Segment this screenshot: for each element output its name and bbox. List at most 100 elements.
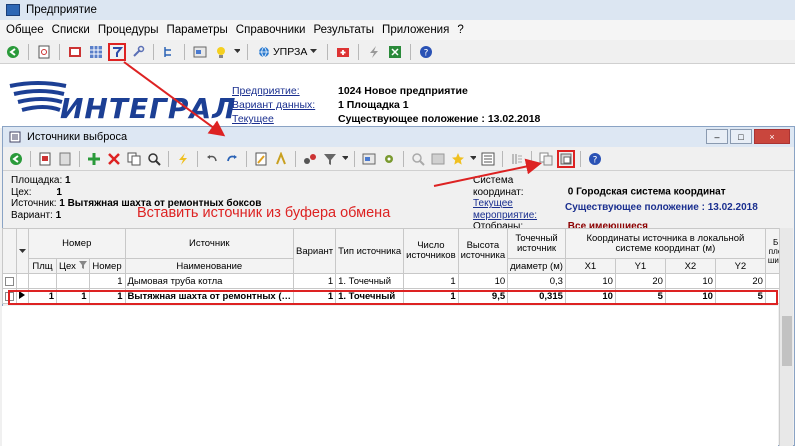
row-indicator [16, 273, 29, 289]
excel-icon[interactable] [386, 43, 404, 61]
variant-cell[interactable]: 1 [293, 273, 337, 289]
type-cell[interactable]: 1. Точечный [335, 273, 405, 289]
settings-icon[interactable] [380, 150, 398, 168]
tseh-cell[interactable] [56, 273, 90, 289]
form-icon[interactable] [191, 43, 209, 61]
name-column-header[interactable]: Наименование [124, 258, 295, 274]
copy-icon[interactable] [125, 150, 143, 168]
logo-swoosh-icon [9, 81, 67, 112]
diameter-cell[interactable]: 0,3 [507, 273, 566, 289]
y1-column-header[interactable]: Y1 [614, 258, 666, 274]
info-row: Текущее мероприятие: Существующее положе… [473, 198, 758, 221]
row-checkbox[interactable] [2, 273, 17, 289]
y2-cell[interactable]: 20 [714, 273, 766, 289]
scrollbar-thumb[interactable] [782, 316, 792, 366]
height-column-header[interactable]: Высота источника [457, 228, 509, 274]
clip-icon[interactable] [272, 150, 290, 168]
tree-icon[interactable] [160, 43, 178, 61]
menu-results[interactable]: Результаты [313, 24, 374, 36]
first-aid-icon[interactable] [334, 43, 352, 61]
info-row: Площадка: 1 [11, 175, 261, 187]
table-row[interactable]: 1 Дымовая труба котла 1 1. Точечный 1 10… [2, 273, 787, 289]
wrench-icon[interactable] [129, 43, 147, 61]
redo-icon[interactable] [223, 150, 241, 168]
back-icon[interactable] [4, 43, 22, 61]
add-icon[interactable] [85, 150, 103, 168]
point-source-header[interactable]: Точечный источник [507, 228, 566, 259]
table-view-icon[interactable] [360, 150, 378, 168]
type-column-header[interactable]: Тип источника [335, 228, 405, 274]
page-icon[interactable] [56, 150, 74, 168]
dropdown-arrow-icon[interactable] [233, 43, 241, 61]
chemistry-icon[interactable] [301, 150, 319, 168]
help-icon[interactable]: ? [586, 150, 604, 168]
variant-column-header[interactable]: Вариант [293, 228, 337, 274]
delete-icon[interactable] [105, 150, 123, 168]
nomer-cell[interactable]: 1 [88, 273, 126, 289]
source-info-panel: Площадка: 1 Цех: 1 Источник: 1 Вытяжная … [3, 171, 794, 232]
x2-column-header[interactable]: X2 [664, 258, 716, 274]
nomer-column-header[interactable]: Номер [88, 258, 126, 274]
x2-cell[interactable]: 10 [664, 273, 716, 289]
minimize-button[interactable]: – [706, 129, 728, 144]
count-column-header[interactable]: Число источников [403, 228, 459, 274]
current-measure-link[interactable]: Текущее мероприятие: [473, 198, 565, 221]
menu-general[interactable]: Общее [6, 24, 44, 36]
list-icon[interactable] [479, 150, 497, 168]
y2-column-header[interactable]: Y2 [714, 258, 766, 274]
count-cell[interactable]: 1 [403, 273, 459, 289]
paste-from-clipboard-icon[interactable] [557, 149, 575, 168]
back-icon[interactable] [7, 150, 25, 168]
menu-procedures[interactable]: Процедуры [98, 24, 159, 36]
document-icon[interactable] [35, 43, 53, 61]
undo-icon[interactable] [203, 150, 221, 168]
number-group-header[interactable]: Номер [28, 228, 126, 259]
calculator-icon[interactable] [66, 43, 84, 61]
tseh-label: Цех [59, 260, 76, 272]
toolbar-separator [59, 43, 60, 60]
source-tool-icon[interactable] [108, 42, 126, 61]
filter-icon[interactable] [321, 150, 339, 168]
filter-icon[interactable] [78, 260, 87, 269]
close-button[interactable]: × [754, 129, 790, 144]
maximize-button[interactable]: □ [730, 129, 752, 144]
x1-column-header[interactable]: X1 [564, 258, 616, 274]
diameter-column-header[interactable]: диаметр (м) [507, 258, 566, 274]
copy-to-clipboard-icon[interactable] [537, 150, 555, 168]
y1-cell[interactable]: 20 [614, 273, 666, 289]
report-icon[interactable] [36, 150, 54, 168]
dropdown-arrow-icon[interactable] [469, 150, 477, 168]
help-icon[interactable]: ? [417, 43, 435, 61]
sort-arrow-icon [19, 248, 26, 253]
menu-lists[interactable]: Списки [52, 24, 90, 36]
columns-icon[interactable] [508, 150, 526, 168]
name-cell[interactable]: Дымовая труба котла [124, 273, 295, 289]
menu-references[interactable]: Справочники [236, 24, 306, 36]
find-icon[interactable] [145, 150, 163, 168]
coords-group-header[interactable]: Координаты источника в локальной системе… [564, 228, 766, 259]
source-group-header[interactable]: Источник [124, 228, 295, 259]
variant-link[interactable]: Вариант данных: [232, 98, 338, 112]
star-icon[interactable] [449, 150, 467, 168]
site-value: 1 [65, 175, 71, 186]
vertical-scrollbar[interactable] [779, 228, 793, 446]
lightning-icon[interactable] [365, 43, 383, 61]
tseh-column-header[interactable]: Цех [56, 258, 90, 274]
grid-icon[interactable] [87, 43, 105, 61]
uprza-dropdown[interactable]: УПРЗА [254, 46, 321, 58]
x1-cell[interactable]: 10 [564, 273, 616, 289]
menu-applications[interactable]: Приложения [382, 24, 449, 36]
plsh-cell[interactable] [28, 273, 57, 289]
search-icon[interactable] [409, 150, 427, 168]
menu-parameters[interactable]: Параметры [166, 24, 227, 36]
lightbulb-icon[interactable] [212, 43, 230, 61]
plsh-column-header[interactable]: Плщ [28, 258, 57, 274]
lightning-icon[interactable] [174, 150, 192, 168]
dropdown-arrow-icon[interactable] [341, 150, 349, 168]
map-icon[interactable] [429, 150, 447, 168]
enterprise-link[interactable]: Предприятие: [232, 84, 338, 98]
menu-help[interactable]: ? [457, 24, 463, 36]
site-label: Площадка: [11, 175, 63, 186]
height-cell[interactable]: 10 [457, 273, 509, 289]
edit-icon[interactable] [252, 150, 270, 168]
